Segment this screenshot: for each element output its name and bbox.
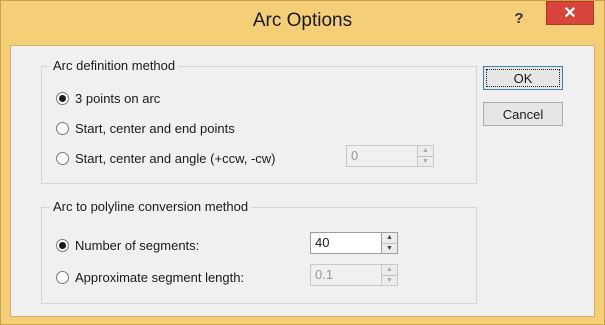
- segment-length-input[interactable]: 0.1: [310, 264, 382, 286]
- radio-button-selected[interactable]: [56, 92, 69, 105]
- ok-button[interactable]: OK: [483, 66, 563, 90]
- radio-button-selected[interactable]: [56, 239, 69, 252]
- radio-start-center-end-label: Start, center and end points: [75, 121, 235, 136]
- spin-down-icon[interactable]: ▼: [382, 243, 397, 253]
- conversion-group-title: Arc to polyline conversion method: [50, 199, 252, 214]
- arc-definition-group-title: Arc definition method: [50, 58, 179, 73]
- radio-3-points[interactable]: 3 points on arc: [56, 91, 160, 106]
- radio-number-of-segments[interactable]: Number of segments:: [56, 238, 199, 253]
- segment-length-spin-buttons: ▲ ▼: [382, 264, 398, 286]
- radio-button[interactable]: [56, 271, 69, 284]
- angle-spin-buttons: ▲ ▼: [418, 145, 434, 167]
- segments-input[interactable]: 40: [310, 232, 382, 254]
- dialog-client-area: Arc definition method 3 points on arc St…: [10, 45, 595, 317]
- radio-segment-length-label: Approximate segment length:: [75, 270, 245, 285]
- radio-start-center-angle[interactable]: Start, center and angle (+ccw, -cw): [56, 151, 276, 166]
- segments-spin-buttons: ▲ ▼: [382, 232, 398, 254]
- radio-number-of-segments-label: Number of segments:: [75, 238, 200, 253]
- spin-up-icon[interactable]: ▲: [418, 146, 433, 157]
- spin-up-icon[interactable]: ▲: [382, 265, 397, 276]
- segment-length-spinner[interactable]: 0.1 ▲ ▼: [310, 264, 398, 286]
- help-button[interactable]: ?: [506, 7, 532, 29]
- title-bar[interactable]: Arc Options ? ✕: [1, 1, 604, 45]
- arc-options-dialog: Arc Options ? ✕ Arc definition method 3 …: [0, 0, 605, 325]
- spin-up-icon[interactable]: ▲: [382, 233, 397, 244]
- arc-definition-group: Arc definition method 3 points on arc St…: [41, 58, 477, 184]
- conversion-method-group: Arc to polyline conversion method Number…: [41, 199, 477, 304]
- segments-spinner[interactable]: 40 ▲ ▼: [310, 232, 398, 254]
- angle-input[interactable]: 0: [346, 145, 418, 167]
- radio-3-points-label: 3 points on arc: [75, 91, 161, 106]
- spin-down-icon[interactable]: ▼: [382, 275, 397, 285]
- radio-button[interactable]: [56, 122, 69, 135]
- radio-start-center-angle-label: Start, center and angle (+ccw, -cw): [75, 151, 276, 166]
- close-icon: ✕: [563, 5, 577, 22]
- radio-button[interactable]: [56, 152, 69, 165]
- close-button[interactable]: ✕: [546, 1, 594, 25]
- cancel-button[interactable]: Cancel: [483, 102, 563, 126]
- spin-down-icon[interactable]: ▼: [418, 156, 433, 166]
- radio-start-center-end[interactable]: Start, center and end points: [56, 121, 235, 136]
- radio-segment-length[interactable]: Approximate segment length:: [56, 270, 244, 285]
- angle-spinner[interactable]: 0 ▲ ▼: [346, 145, 434, 167]
